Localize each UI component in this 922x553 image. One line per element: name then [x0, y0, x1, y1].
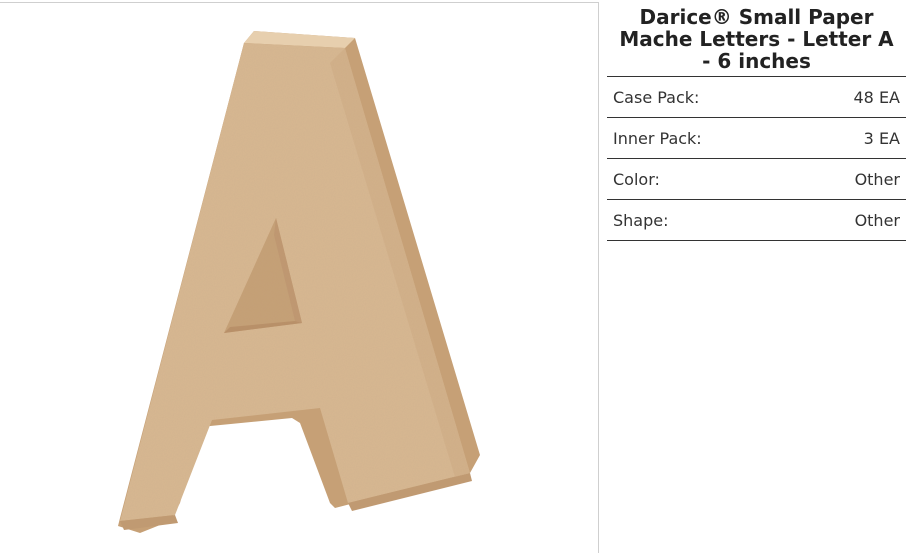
- spec-label: Case Pack:: [613, 87, 700, 107]
- spec-value: Other: [854, 210, 900, 230]
- spec-row-inner-pack: Inner Pack: 3 EA: [607, 118, 906, 159]
- spec-value: Other: [854, 169, 900, 189]
- product-image-panel: [0, 2, 599, 553]
- spec-row-color: Color: Other: [607, 159, 906, 200]
- spec-row-case-pack: Case Pack: 48 EA: [607, 77, 906, 118]
- spec-value: 48 EA: [853, 87, 901, 107]
- spec-value: 3 EA: [863, 128, 900, 148]
- product-info-panel: Darice® Small Paper Mache Letters - Lett…: [607, 0, 906, 241]
- product-image: [118, 31, 480, 533]
- spec-label: Color:: [613, 169, 660, 189]
- spec-label: Inner Pack:: [613, 128, 702, 148]
- spec-table: Case Pack: 48 EA Inner Pack: 3 EA Color:…: [607, 76, 906, 241]
- spec-label: Shape:: [613, 210, 669, 230]
- product-title: Darice® Small Paper Mache Letters - Lett…: [619, 5, 894, 73]
- spec-row-shape: Shape: Other: [607, 200, 906, 241]
- letter-a-shape: [118, 31, 480, 533]
